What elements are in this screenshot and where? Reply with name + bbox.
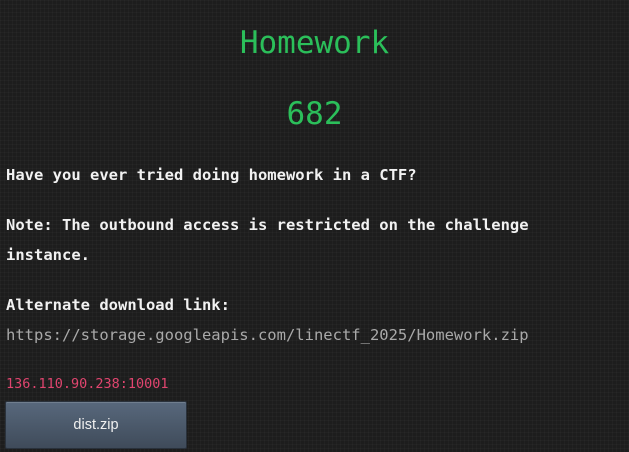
- alternate-download-link[interactable]: https://storage.googleapis.com/linectf_2…: [6, 320, 529, 350]
- challenge-points: 682: [286, 96, 343, 132]
- connection-info: 136.110.90.238:10001: [6, 376, 169, 392]
- description-line-note: Note: The outbound access is restricted …: [6, 216, 529, 264]
- challenge-title: Homework: [239, 25, 390, 61]
- download-file-button[interactable]: dist.zip: [5, 401, 187, 449]
- description-line-download-label: Alternate download link:: [6, 296, 230, 314]
- description-line-intro: Have you ever tried doing homework in a …: [6, 166, 417, 184]
